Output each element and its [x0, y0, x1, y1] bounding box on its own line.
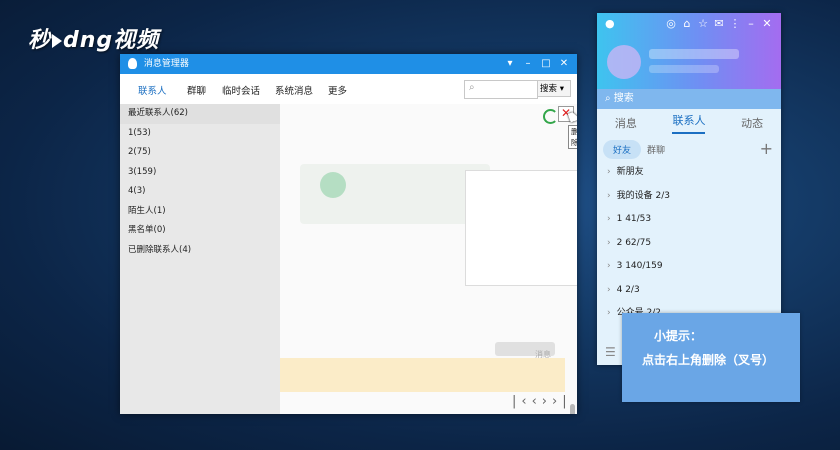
friend-group[interactable]: › 新朋友	[597, 161, 781, 185]
nav-system-messages[interactable]: 系统消息	[275, 83, 313, 97]
refresh-icon[interactable]	[543, 109, 558, 124]
pager-controls: |‹‹››|	[512, 394, 572, 409]
tip-title: 小提示：	[654, 329, 703, 343]
star-icon[interactable]: ☆	[695, 17, 711, 30]
chevron-down-icon: ▾	[559, 84, 564, 94]
chevron-right-icon: ›	[607, 237, 611, 248]
window-controls: ▾ – □ ✕	[501, 54, 573, 74]
blurred-tag: 消息	[495, 342, 555, 359]
close-icon[interactable]: ✕	[555, 54, 573, 74]
chevron-right-icon: ›	[607, 284, 611, 295]
watermark-text-1: 秒	[28, 28, 52, 53]
manager-search-input[interactable]: ⌕	[464, 80, 538, 99]
friend-group-label: 1 41/53	[616, 214, 652, 224]
tab-contacts[interactable]: 联系人	[672, 112, 706, 134]
chevron-right-icon: ›	[607, 214, 611, 224]
friend-group[interactable]: › 我的设备 2/3	[597, 185, 781, 209]
category-item[interactable]: 4(3)	[120, 182, 280, 202]
qq-titlebar: ● ◎ ⌂ ☆ ✉ ⋮ – ✕	[603, 17, 775, 33]
chevron-right-icon: ›	[607, 167, 611, 177]
delete-tooltip: 删除	[568, 125, 577, 149]
category-item[interactable]: 2(75)	[120, 143, 280, 163]
watermark-logo: 秒 dng视频	[28, 22, 159, 54]
search-button-label: 搜索	[540, 84, 558, 94]
nav-more[interactable]: 更多	[328, 83, 347, 97]
qq-tabs: 消息 联系人 动态	[597, 109, 781, 137]
manager-nav: 联系人 群聊 临时会话 系统消息 更多 ⌕ 搜索 ▾	[120, 74, 577, 105]
manager-search-button[interactable]: 搜索 ▾	[537, 80, 571, 97]
window-title: 消息管理器	[143, 59, 189, 69]
tab-messages[interactable]: 消息	[615, 115, 637, 131]
qq-logo-icon: ●	[605, 17, 615, 30]
friend-group[interactable]: › 2 62/75	[597, 232, 781, 256]
mail-icon[interactable]: ✉	[711, 17, 727, 30]
minimize-icon[interactable]: –	[743, 17, 759, 30]
friend-group-label: 4 2/3	[616, 284, 640, 295]
first-page-icon[interactable]: |‹	[512, 394, 532, 409]
play-icon	[52, 34, 63, 48]
prev-page-icon[interactable]: ‹	[532, 394, 542, 409]
signature-blurred	[649, 65, 719, 73]
qq-subtabs: 好友 群聊 +	[597, 137, 781, 161]
qq-profile-header: ● ◎ ⌂ ☆ ✉ ⋮ – ✕	[597, 13, 781, 89]
contact-category-sidebar: 最近联系人(62) 1(53) 2(75) 3(159) 4(3) 陌生人(1)…	[120, 104, 280, 414]
tip-box: 小提示： 点击右上角删除（叉号）	[622, 313, 800, 402]
blurred-avatar	[320, 172, 346, 198]
close-icon[interactable]: ✕	[759, 17, 775, 30]
category-recent[interactable]: 最近联系人(62)	[120, 104, 280, 124]
message-content-area: 消息	[280, 104, 577, 414]
watermark-text-3: ng视频	[79, 28, 160, 53]
more-icon[interactable]: ⋮	[727, 17, 743, 30]
category-item[interactable]: 1(53)	[120, 124, 280, 144]
blurred-highlight	[280, 358, 565, 392]
friend-group-label: 2 62/75	[616, 237, 652, 248]
search-icon: ⌕	[469, 82, 475, 93]
chevron-right-icon: ›	[607, 308, 611, 318]
subtab-friends[interactable]: 好友	[603, 139, 642, 159]
message-manager-titlebar: 消息管理器 ▾ – □ ✕	[120, 54, 577, 74]
menu-icon[interactable]: ☰	[605, 345, 616, 359]
qq-penguin-icon	[128, 58, 137, 69]
last-page-icon[interactable]: ›|	[552, 394, 572, 409]
friend-group[interactable]: › 4 2/3	[597, 279, 781, 303]
search-icon: ⌕	[605, 93, 611, 104]
blurred-card	[465, 170, 577, 286]
subtab-groups[interactable]: 群聊	[647, 143, 665, 156]
shirt-icon[interactable]: ⌂	[679, 17, 695, 30]
nickname-blurred	[649, 49, 739, 59]
friend-group[interactable]: › 3 140/159	[597, 255, 781, 279]
chevron-right-icon: ›	[607, 261, 611, 271]
message-manager-window: 消息管理器 ▾ – □ ✕ 联系人 群聊 临时会话 系统消息 更多 ⌕ 搜索 ▾ 最近…	[120, 54, 577, 414]
minimize-icon[interactable]: –	[519, 54, 537, 74]
friend-group-label: 3 140/159	[616, 261, 663, 271]
category-item[interactable]: 3(159)	[120, 163, 280, 183]
nav-temp-chat[interactable]: 临时会话	[222, 83, 260, 97]
qq-window-controls: ◎ ⌂ ☆ ✉ ⋮ – ✕	[663, 17, 775, 30]
avatar[interactable]	[607, 45, 641, 79]
nav-contacts[interactable]: 联系人	[138, 83, 167, 97]
next-page-icon[interactable]: ›	[542, 394, 552, 409]
nav-groups[interactable]: 群聊	[187, 83, 206, 97]
watermark-text-2: d	[63, 28, 80, 53]
maximize-icon[interactable]: □	[537, 54, 555, 74]
category-deleted[interactable]: 已删除联系人(4)	[120, 241, 280, 261]
tip-text: 点击右上角删除（叉号）	[642, 353, 775, 367]
qq-search-placeholder: 搜索	[613, 93, 634, 104]
friend-group-list: › 新朋友 › 我的设备 2/3 › 1 41/53 › 2 62/75 › 3 140/…	[597, 161, 781, 326]
category-blacklist[interactable]: 黑名单(0)	[120, 221, 280, 241]
chevron-right-icon: ›	[607, 190, 611, 201]
skin-icon[interactable]: ◎	[663, 17, 679, 30]
friend-group-label: 新朋友	[616, 167, 644, 177]
friend-group[interactable]: › 1 41/53	[597, 208, 781, 232]
dropdown-icon[interactable]: ▾	[501, 54, 519, 74]
category-strangers[interactable]: 陌生人(1)	[120, 202, 280, 222]
friend-group-label: 我的设备 2/3	[616, 190, 670, 201]
tab-feeds[interactable]: 动态	[741, 115, 763, 131]
qq-search-input[interactable]: ⌕ 搜索	[597, 89, 781, 109]
add-icon[interactable]: +	[760, 139, 773, 158]
